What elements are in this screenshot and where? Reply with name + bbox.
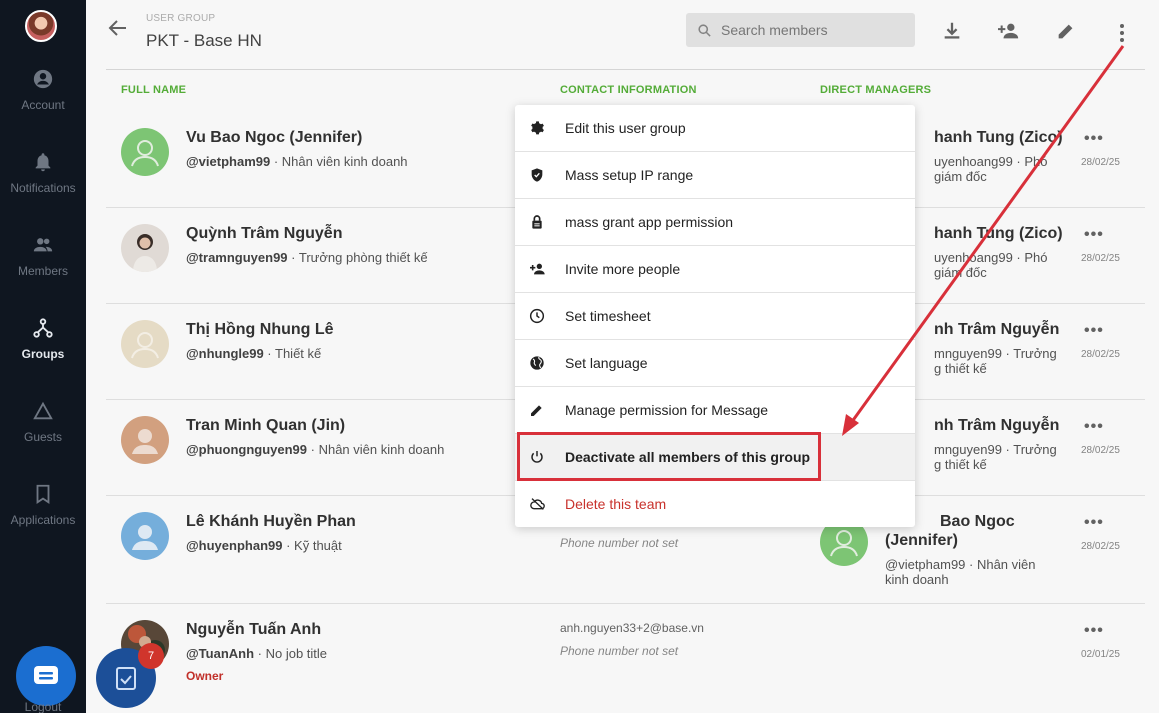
chat-icon: [34, 666, 58, 684]
menu-item-invite-people[interactable]: Invite more people: [515, 246, 915, 293]
sidebar-item-label: Members: [17, 264, 68, 278]
menu-item-label: Delete this team: [565, 496, 667, 512]
pencil-icon: [531, 405, 542, 416]
account-circle-icon: [33, 69, 53, 89]
sidebar-item-account[interactable]: Account: [0, 68, 86, 128]
menu-item-edit-group[interactable]: Edit this user group: [515, 105, 915, 152]
menu-item-grant-app-permission[interactable]: mass grant app permission: [515, 199, 915, 246]
sidebar-item-logout[interactable]: Logout: [0, 700, 86, 713]
menu-item-label: Edit this user group: [565, 120, 686, 136]
bookmark-icon: [36, 484, 50, 504]
menu-item-delete-team[interactable]: Delete this team: [515, 481, 915, 528]
menu-item-label: Mass setup IP range: [565, 167, 694, 183]
menu-item-label: Invite more people: [565, 261, 681, 277]
sidebar-item-members[interactable]: Members: [0, 234, 86, 294]
menu-item-message-permission[interactable]: Manage permission for Message: [515, 387, 915, 434]
gear-icon: [531, 121, 544, 135]
person-add-icon: [530, 263, 545, 275]
menu-item-label: mass grant app permission: [565, 214, 734, 230]
globe-icon: [530, 356, 544, 370]
menu-item-label: Set language: [565, 355, 648, 371]
sidebar-item-label: Applications: [10, 513, 76, 527]
user-avatar[interactable]: [25, 10, 57, 42]
sidebar-item-applications[interactable]: Applications: [0, 483, 86, 543]
notification-badge: 7: [138, 643, 164, 669]
triangle-icon: [33, 401, 53, 420]
sidebar-item-guests[interactable]: Guests: [0, 400, 86, 460]
lock-icon: [532, 215, 542, 229]
menu-item-label: Manage permission for Message: [565, 402, 769, 418]
sidebar-item-label: Groups: [21, 347, 65, 361]
menu-item-set-timesheet[interactable]: Set timesheet: [515, 293, 915, 340]
menu-item-label: Set timesheet: [565, 308, 651, 324]
highlight-box: [517, 432, 821, 481]
sidebar-item-groups[interactable]: Groups: [0, 317, 86, 377]
sidebar: Account Notifications Members Groups Gue…: [0, 0, 86, 713]
shield-icon: [531, 168, 543, 182]
menu-item-mass-ip-range[interactable]: Mass setup IP range: [515, 152, 915, 199]
sidebar-item-notifications[interactable]: Notifications: [0, 151, 86, 211]
clock-icon: [529, 308, 545, 324]
bell-icon: [35, 153, 51, 172]
chat-fab[interactable]: [16, 646, 76, 706]
sidebar-item-label: Guests: [23, 430, 62, 444]
groups-tree-icon: [33, 318, 53, 338]
people-icon: [33, 238, 53, 252]
cloud-off-icon: [530, 498, 545, 510]
sidebar-item-label: Notifications: [10, 181, 76, 195]
sidebar-item-label: Account: [21, 98, 65, 112]
menu-item-set-language[interactable]: Set language: [515, 340, 915, 387]
